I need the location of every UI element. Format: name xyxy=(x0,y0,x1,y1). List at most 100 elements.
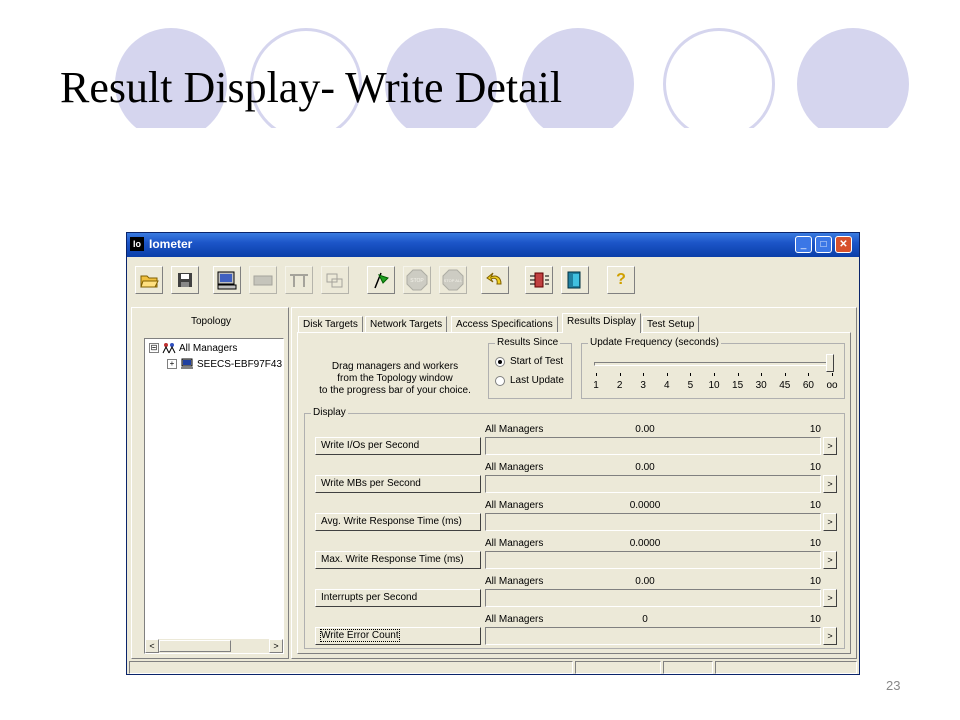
slider-tick xyxy=(714,373,715,376)
radio-button[interactable] xyxy=(495,375,505,386)
help-button[interactable]: ? xyxy=(607,266,635,294)
disconnect-button[interactable] xyxy=(321,266,349,294)
radio-last-update[interactable]: Last Update xyxy=(495,375,564,386)
display-metric-label: Write Error Count xyxy=(320,629,400,642)
progress-bar[interactable] xyxy=(485,551,821,569)
tab-network-targets[interactable]: Network Targets xyxy=(365,316,448,333)
tree-item-label: All Managers xyxy=(179,342,238,354)
display-metric-button[interactable]: Write I/Os per Second xyxy=(315,437,481,455)
instruction-line: to the progress bar of your choice. xyxy=(319,385,471,396)
progress-bar[interactable] xyxy=(485,475,821,493)
display-metric-button[interactable]: Max. Write Response Time (ms) xyxy=(315,551,481,569)
display-metric-button[interactable]: Write MBs per Second xyxy=(315,475,481,493)
new-network-worker-button[interactable] xyxy=(249,266,277,294)
tab-test-setup[interactable]: Test Setup xyxy=(642,316,700,333)
status-cell xyxy=(575,661,661,674)
slider-tick-label: 60 xyxy=(802,380,814,391)
exit-button[interactable] xyxy=(525,266,553,294)
display-metric-button[interactable]: Interrupts per Second xyxy=(315,589,481,607)
row-max: 10 xyxy=(809,462,821,473)
slider-tick xyxy=(784,373,786,376)
save-button[interactable] xyxy=(171,266,199,294)
row-arrow-button[interactable]: > xyxy=(823,551,837,569)
slider-tick-label: 5 xyxy=(687,380,694,391)
row-max: 10 xyxy=(809,614,821,625)
slider-tick xyxy=(832,373,833,376)
row-value: 0.0000 xyxy=(629,500,661,511)
open-button[interactable] xyxy=(135,266,163,294)
slider-tick xyxy=(737,373,739,376)
scroll-right-button[interactable]: > xyxy=(269,639,283,653)
save-icon xyxy=(178,273,192,287)
display-metric-button[interactable]: Avg. Write Response Time (ms) xyxy=(315,513,481,531)
collapse-toggle-icon[interactable]: ⊟ xyxy=(149,343,159,353)
row-target-label: All Managers xyxy=(485,500,544,511)
slider-tick xyxy=(690,373,692,376)
quit-button[interactable] xyxy=(561,266,589,294)
radio-start-of-test[interactable]: Start of Test xyxy=(495,356,563,367)
topology-label: Topology xyxy=(190,316,232,327)
row-arrow-button[interactable]: > xyxy=(823,475,837,493)
new-network-worker-icon xyxy=(253,275,273,286)
slider-tick xyxy=(596,373,597,376)
open-icon xyxy=(140,275,159,288)
page-number: 23 xyxy=(886,678,901,693)
tree-item-all-managers[interactable]: ⊟ All Managers xyxy=(149,342,237,354)
slider-thumb[interactable] xyxy=(826,354,834,372)
row-arrow-button[interactable]: > xyxy=(823,589,837,607)
duplicate-worker-button[interactable] xyxy=(285,266,313,294)
toolbar: STOP STOP ALL ? xyxy=(127,259,859,303)
minimize-button[interactable]: _ xyxy=(795,236,812,253)
topology-panel: Topology ⊟ All Managers + SEECS-EBF97F43… xyxy=(131,307,289,659)
row-arrow-button[interactable]: > xyxy=(823,437,837,455)
window-title: Iometer xyxy=(149,237,193,251)
stop-all-icon-text: STOP ALL xyxy=(444,278,464,283)
display-metric-label: Interrupts per Second xyxy=(321,592,418,603)
row-value: 0.00 xyxy=(635,424,655,435)
progress-bar[interactable] xyxy=(485,513,821,531)
tab-access-specifications[interactable]: Access Specifications xyxy=(451,316,558,333)
scroll-left-button[interactable]: < xyxy=(145,639,159,653)
slider-tick xyxy=(808,373,810,376)
help-icon: ? xyxy=(616,271,626,288)
update-frequency-slider[interactable] xyxy=(594,362,832,366)
row-max: 10 xyxy=(809,538,821,549)
instruction-line: from the Topology window xyxy=(337,373,453,384)
tree-item-manager[interactable]: + SEECS-EBF97F43 xyxy=(167,358,282,370)
radio-button[interactable] xyxy=(495,356,505,367)
new-disk-worker-button[interactable] xyxy=(213,266,241,294)
row-max: 10 xyxy=(809,500,821,511)
iometer-window: Io Iometer _ □ ✕ STOP STOP ALL ? Topolog… xyxy=(126,232,860,675)
tab-disk-targets[interactable]: Disk Targets xyxy=(298,316,363,333)
stop-button[interactable]: STOP xyxy=(403,266,431,294)
instruction-line: Drag managers and workers xyxy=(331,361,459,372)
start-button[interactable] xyxy=(367,266,395,294)
slider-tick-label: 10 xyxy=(708,380,720,391)
tab-results-display[interactable]: Results Display xyxy=(562,313,641,333)
tree-horizontal-scrollbar[interactable]: < > xyxy=(145,639,283,653)
slider-tick-label: 15 xyxy=(732,380,744,391)
reset-workers-icon xyxy=(486,272,502,285)
row-arrow-button[interactable]: > xyxy=(823,627,837,645)
row-arrow-button[interactable]: > xyxy=(823,513,837,531)
app-icon: Io xyxy=(130,237,144,251)
topology-tree[interactable]: ⊟ All Managers + SEECS-EBF97F43 < > xyxy=(144,338,284,654)
progress-bar[interactable] xyxy=(485,627,821,645)
display-metric-button[interactable]: Write Error Count xyxy=(315,627,481,645)
scroll-thumb[interactable] xyxy=(159,640,231,652)
maximize-button[interactable]: □ xyxy=(815,236,832,253)
expand-toggle-icon[interactable]: + xyxy=(167,359,177,369)
progress-bar[interactable] xyxy=(485,589,821,607)
close-button[interactable]: ✕ xyxy=(835,236,852,253)
slide-title: Result Display- Write Detail xyxy=(60,63,563,112)
row-max: 10 xyxy=(809,576,821,587)
tree-item-label: SEECS-EBF97F43 xyxy=(197,358,283,370)
decor-ring xyxy=(663,28,775,128)
stop-all-button[interactable]: STOP ALL xyxy=(439,266,467,294)
slider-tick-label: oo xyxy=(826,380,838,391)
reset-workers-button[interactable] xyxy=(481,266,509,294)
update-frequency-legend: Update Frequency (seconds) xyxy=(588,337,721,348)
progress-bar[interactable] xyxy=(485,437,821,455)
exit-icon xyxy=(530,272,549,288)
window-titlebar[interactable]: Io Iometer _ □ ✕ xyxy=(127,233,859,257)
